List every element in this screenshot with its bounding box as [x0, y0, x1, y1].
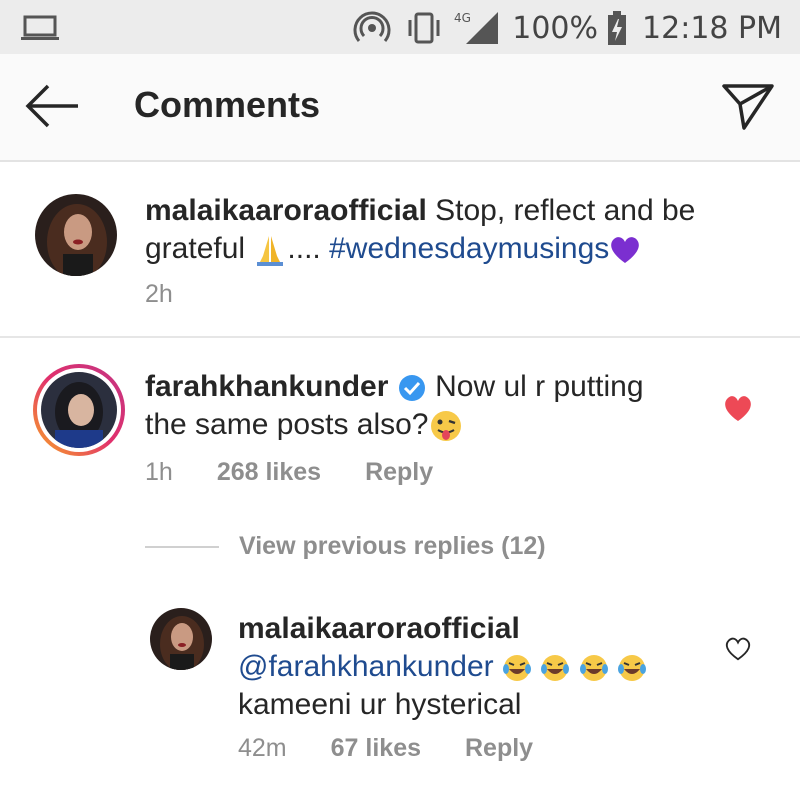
battery-percent: 100% — [512, 10, 599, 46]
laughing-tears-emoji-icon — [618, 655, 646, 682]
reply-username[interactable]: malaikaaroraofficial — [238, 612, 520, 645]
back-arrow-icon[interactable] — [22, 80, 82, 132]
reply-body: kameeni ur hysterical — [238, 688, 522, 721]
status-bar: 4G 100% 12:18 PM — [0, 0, 800, 54]
laughing-emojis — [502, 650, 647, 683]
comment-body-2: the same posts also? — [145, 408, 429, 441]
signal-icon: 4G — [454, 11, 499, 44]
caption-username[interactable]: malaikaaroraofficial — [145, 194, 427, 227]
caption-meta: 2h — [145, 280, 173, 309]
reply-button[interactable]: Reply — [465, 734, 533, 763]
comment-likes[interactable]: 268 likes — [217, 458, 321, 487]
winking-tongue-emoji-icon — [430, 411, 461, 442]
caption-body: Stop, reflect and be — [435, 194, 696, 227]
caption-time: 2h — [145, 280, 173, 308]
avatar-photo — [35, 194, 117, 276]
reply-text: malaikaaroraofficial @farahkhankunder ka… — [238, 610, 708, 724]
avatar-photo — [41, 372, 117, 448]
network-label: 4G — [454, 11, 471, 25]
avatar[interactable] — [35, 194, 117, 276]
clock: 12:18 PM — [642, 10, 782, 46]
caption-text: malaikaaroraofficial Stop, reflect and b… — [145, 192, 775, 268]
heart-outline-icon[interactable] — [724, 636, 752, 662]
laughing-tears-emoji-icon — [502, 655, 531, 682]
laptop-icon — [21, 15, 59, 40]
caption-ellipsis: .... — [287, 232, 321, 265]
avatar[interactable] — [150, 608, 212, 670]
comment-username[interactable]: farahkhankunder — [145, 370, 388, 403]
comment-time: 1h — [145, 458, 173, 486]
reply-button[interactable]: Reply — [365, 458, 433, 487]
mention-link[interactable]: @farahkhankunder — [238, 650, 494, 683]
post-caption: malaikaaroraofficial Stop, reflect and b… — [0, 162, 800, 338]
comment-text: farahkhankunder Now ul r putting the sam… — [145, 368, 705, 444]
story-ring-avatar[interactable] — [33, 364, 125, 456]
folded-hands-icon — [257, 236, 284, 267]
comment-meta: 1h 268 likes Reply — [145, 458, 433, 487]
laughing-tears-emoji-icon — [579, 655, 608, 682]
direct-send-icon[interactable] — [720, 80, 776, 132]
purple-heart-icon — [611, 237, 640, 264]
vibrate-icon — [408, 12, 440, 44]
reply-likes[interactable]: 67 likes — [331, 734, 421, 763]
app-header: Comments — [0, 54, 800, 162]
laughing-tears-emoji-icon — [541, 655, 570, 682]
comment-body: Now ul r putting — [435, 370, 644, 403]
view-replies-label: View previous replies (12) — [239, 532, 546, 560]
verified-badge-icon — [398, 375, 425, 402]
page-title: Comments — [134, 84, 321, 125]
reply-meta: 42m 67 likes Reply — [238, 734, 533, 763]
hashtag-link[interactable]: #wednesdaymusings — [329, 232, 609, 265]
liked-heart-icon[interactable] — [723, 395, 753, 423]
battery-charging-icon — [608, 11, 627, 45]
divider — [145, 545, 219, 548]
view-previous-replies[interactable]: View previous replies (12) — [145, 532, 546, 561]
caption-body-2: grateful — [145, 232, 246, 265]
reply-time: 42m — [238, 734, 287, 762]
hotspot-icon — [353, 11, 391, 42]
avatar-photo — [150, 608, 212, 670]
